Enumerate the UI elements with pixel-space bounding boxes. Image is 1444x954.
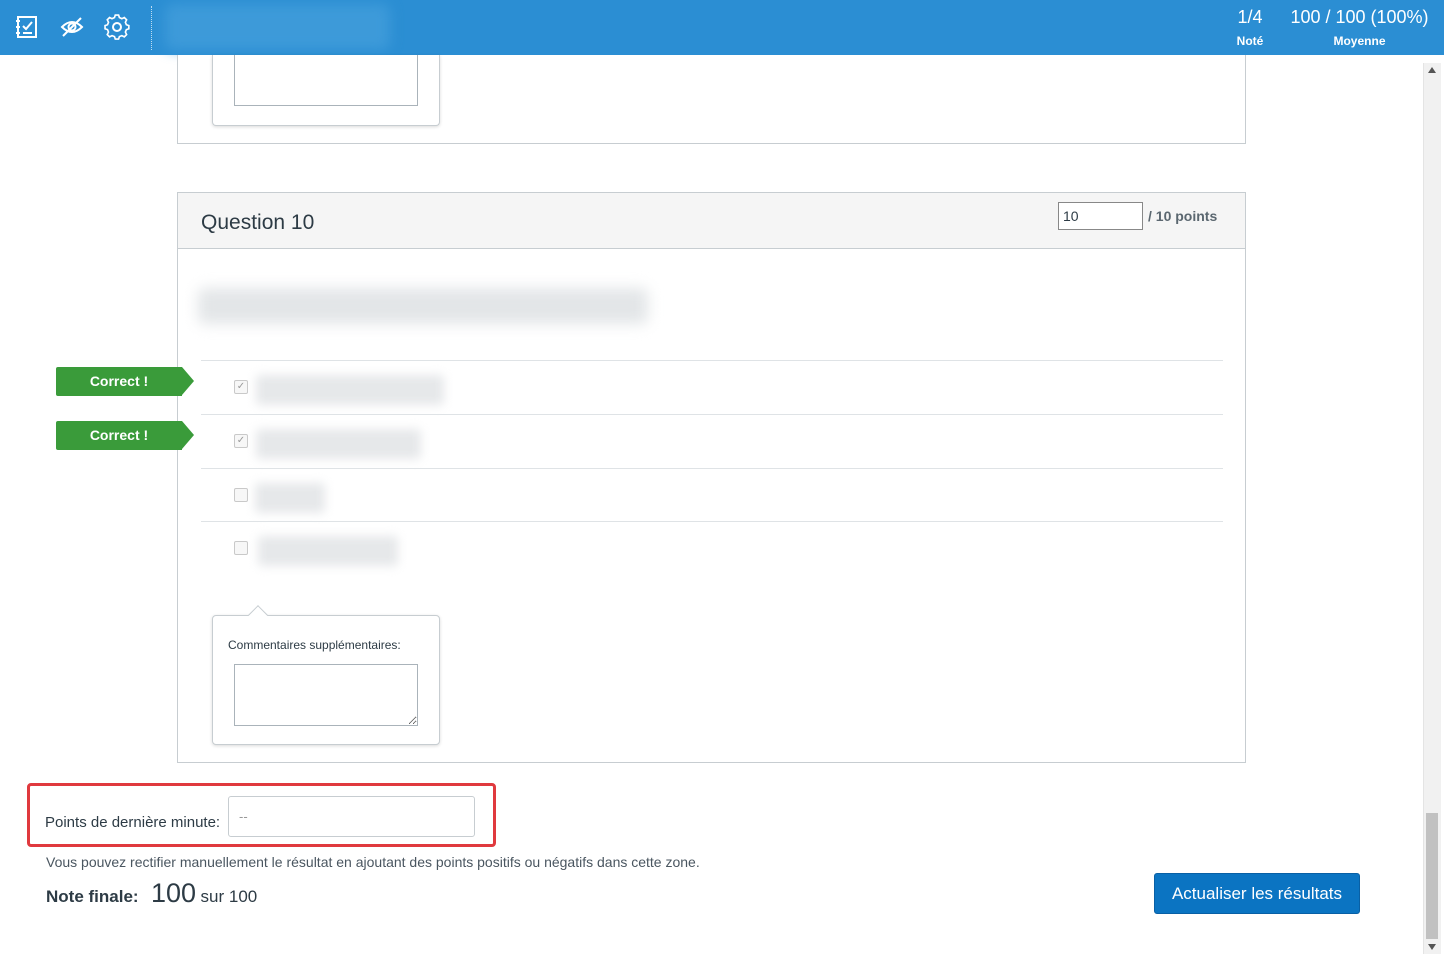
comment-pointer [248,605,268,625]
scroll-up-arrow-icon[interactable] [1428,67,1436,73]
graded-stat: 1/4 Noté [1225,6,1275,48]
final-score-label: Note finale: [46,887,139,906]
answer-text [258,536,398,566]
question-points-input[interactable] [1058,202,1143,230]
answer-checkbox[interactable] [234,541,248,555]
graded-count: 1/4 [1237,7,1263,27]
question-points-label: / 10 points [1148,208,1218,224]
previous-comment-textarea[interactable] [234,55,418,106]
final-score: Note finale: 100 sur 100 [46,878,257,909]
correct-answer-tag: Correct ! [56,367,194,396]
answer-checkbox[interactable]: ✓ [234,380,248,394]
scrollbar[interactable] [1423,63,1441,954]
question-header: Question 10 / 10 points [178,193,1245,249]
final-score-total: sur 100 [200,887,258,906]
eye-slash-icon[interactable] [57,12,87,42]
fudge-points-label: Points de dernière minute: [45,814,221,831]
final-score-value: 100 [151,878,197,908]
previous-question-box [177,55,1246,144]
answer-text [256,429,421,459]
scroll-thumb[interactable] [1426,813,1438,939]
additional-comments-textarea[interactable] [234,664,418,726]
average-stat: 100 / 100 (100%) Moyenne [1287,6,1432,48]
top-bar: 1/4 Noté 100 / 100 (100%) Moyenne [0,0,1444,55]
previous-comment-box [212,55,440,126]
answer-row [201,468,1223,522]
toolbar-separator [151,6,152,50]
average-label: Moyenne [1333,34,1386,48]
answer-text [256,375,444,405]
fudge-points-input[interactable] [228,796,475,837]
fudge-points-help-text: Vous pouvez rectifier manuellement le ré… [46,854,700,870]
question-text [198,288,648,324]
update-scores-button[interactable]: Actualiser les résultats [1154,873,1360,914]
answer-checkbox[interactable]: ✓ [234,434,248,448]
question-box: Question 10 / 10 points ✓ ✓ Commentaires… [177,192,1246,763]
graded-label: Noté [1236,34,1264,48]
additional-comments-box: Commentaires supplémentaires: [212,605,440,745]
question-title: Question 10 [201,211,315,234]
student-selector[interactable] [165,4,390,50]
answer-row: ✓ [201,360,1223,414]
answer-checkbox[interactable] [234,488,248,502]
answer-text [255,483,325,513]
average-value: 100 / 100 (100%) [1290,7,1429,27]
scroll-down-arrow-icon[interactable] [1428,944,1436,950]
gear-icon[interactable] [102,12,132,42]
answer-row: ✓ [201,414,1223,468]
additional-comments-label: Commentaires supplémentaires: [228,638,401,652]
correct-answer-tag: Correct ! [56,421,194,450]
answer-row [201,521,1223,575]
speedgrader-icon[interactable] [12,12,42,42]
